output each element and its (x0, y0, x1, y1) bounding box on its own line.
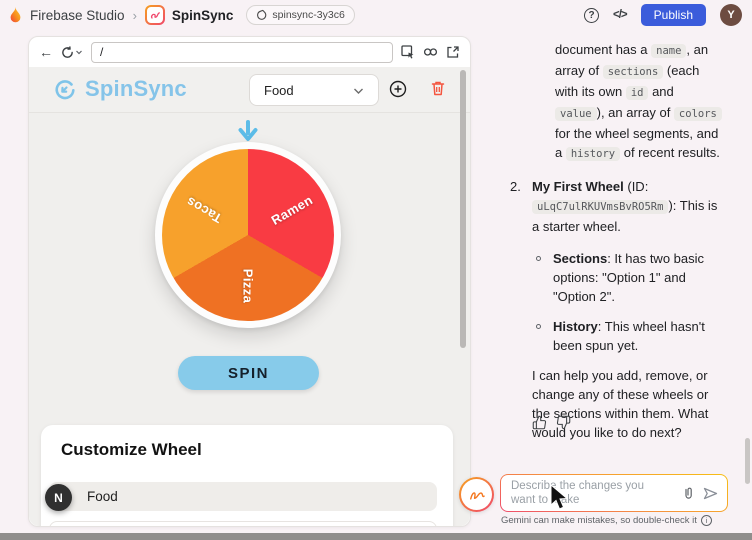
chevron-down-icon (75, 48, 83, 56)
refresh-icon (61, 46, 74, 59)
help-icon[interactable]: ? (584, 8, 599, 23)
preview-panel: ← SpinSync Food (28, 36, 471, 527)
delete-wheel-button[interactable] (430, 80, 446, 102)
chat-block: document has a name, an array of section… (510, 40, 724, 164)
gemini-disclaimer: Gemini can make mistakes, so double-chec… (501, 515, 712, 526)
inspect-element-icon[interactable] (401, 45, 415, 59)
feedback-row (532, 415, 571, 430)
wheel-segment-label: Tacos (183, 193, 224, 225)
collaborator-cursor-chip: N (45, 484, 72, 511)
info-icon[interactable]: i (701, 515, 712, 526)
chat-block: History: This wheel hasn't been spun yet… (510, 317, 724, 355)
workspace-badge[interactable]: spinsync-3y3c6 (246, 5, 354, 25)
chat-block: I can help you add, remove, or change an… (510, 366, 724, 442)
app-viewport: SpinSync Food Ramen Pizza Tacos SPIN Custo… (29, 67, 470, 526)
publish-button[interactable]: Publish (641, 4, 706, 26)
chevron-right-icon: › (133, 8, 137, 23)
firebase-logo-icon (8, 6, 23, 24)
app-breadcrumb-title[interactable]: SpinSync (172, 8, 234, 23)
scribble-icon (466, 484, 488, 506)
bullet-icon (536, 324, 541, 329)
send-icon[interactable] (703, 487, 718, 500)
thumbs-up-icon[interactable] (532, 415, 547, 430)
spinsync-app-icon (145, 5, 165, 25)
customize-wheel-card: Customize Wheel (41, 425, 453, 526)
app-header: SpinSync Food (29, 67, 470, 113)
wheel-plate: Ramen Pizza Tacos (155, 142, 341, 328)
preview-toolbar: ← (29, 37, 470, 67)
spin-logo-icon (53, 78, 77, 107)
attach-icon[interactable] (683, 486, 694, 500)
link-icon[interactable] (423, 45, 438, 59)
spin-button[interactable]: SPIN (178, 356, 319, 390)
chat-composer (500, 474, 728, 512)
trash-icon (430, 80, 446, 97)
bottom-bar (0, 533, 752, 540)
thumbs-down-icon[interactable] (556, 415, 571, 430)
customize-title: Customize Wheel (61, 440, 202, 460)
chat-block: 2.My First Wheel (ID: uLqC7ulRKUVmsBvRO5… (510, 177, 724, 236)
wheel-segment-label: Pizza (241, 269, 256, 304)
wheel-name-input[interactable] (49, 482, 437, 511)
wheel-select[interactable]: Food (249, 74, 379, 106)
avatar[interactable]: Y (720, 4, 742, 26)
refresh-control[interactable] (61, 46, 83, 59)
code-toggle-icon[interactable]: </> (613, 9, 627, 21)
url-input[interactable] (91, 42, 393, 63)
annotate-fab-button[interactable] (459, 477, 494, 512)
chat-scrollbar[interactable] (745, 438, 750, 484)
add-wheel-button[interactable] (389, 80, 407, 103)
list-number: 2. (510, 177, 532, 236)
chat-block: Sections: It has two basic options: "Opt… (510, 249, 724, 306)
workspace-name: spinsync-3y3c6 (272, 9, 344, 21)
section-option-input[interactable] (49, 521, 437, 526)
workspace-icon (256, 9, 267, 21)
preview-scrollbar[interactable] (460, 70, 466, 348)
wheel-segment-label: Ramen (269, 192, 316, 228)
product-title[interactable]: Firebase Studio (30, 8, 125, 23)
wheel-pie[interactable]: Ramen Pizza Tacos (162, 149, 334, 321)
back-icon[interactable]: ← (39, 44, 53, 60)
chat-input[interactable] (511, 479, 663, 511)
chevron-down-icon (353, 83, 364, 98)
app-title: SpinSync (85, 76, 187, 102)
mouse-cursor (549, 484, 573, 517)
chat-message: document has a name, an array of section… (510, 40, 724, 455)
top-bar: Firebase Studio › SpinSync spinsync-3y3c… (0, 0, 752, 30)
breadcrumb: Firebase Studio › SpinSync spinsync-3y3c… (8, 5, 355, 25)
bullet-icon (536, 256, 541, 261)
wheel-select-value: Food (264, 83, 294, 98)
open-external-icon[interactable] (446, 45, 460, 59)
